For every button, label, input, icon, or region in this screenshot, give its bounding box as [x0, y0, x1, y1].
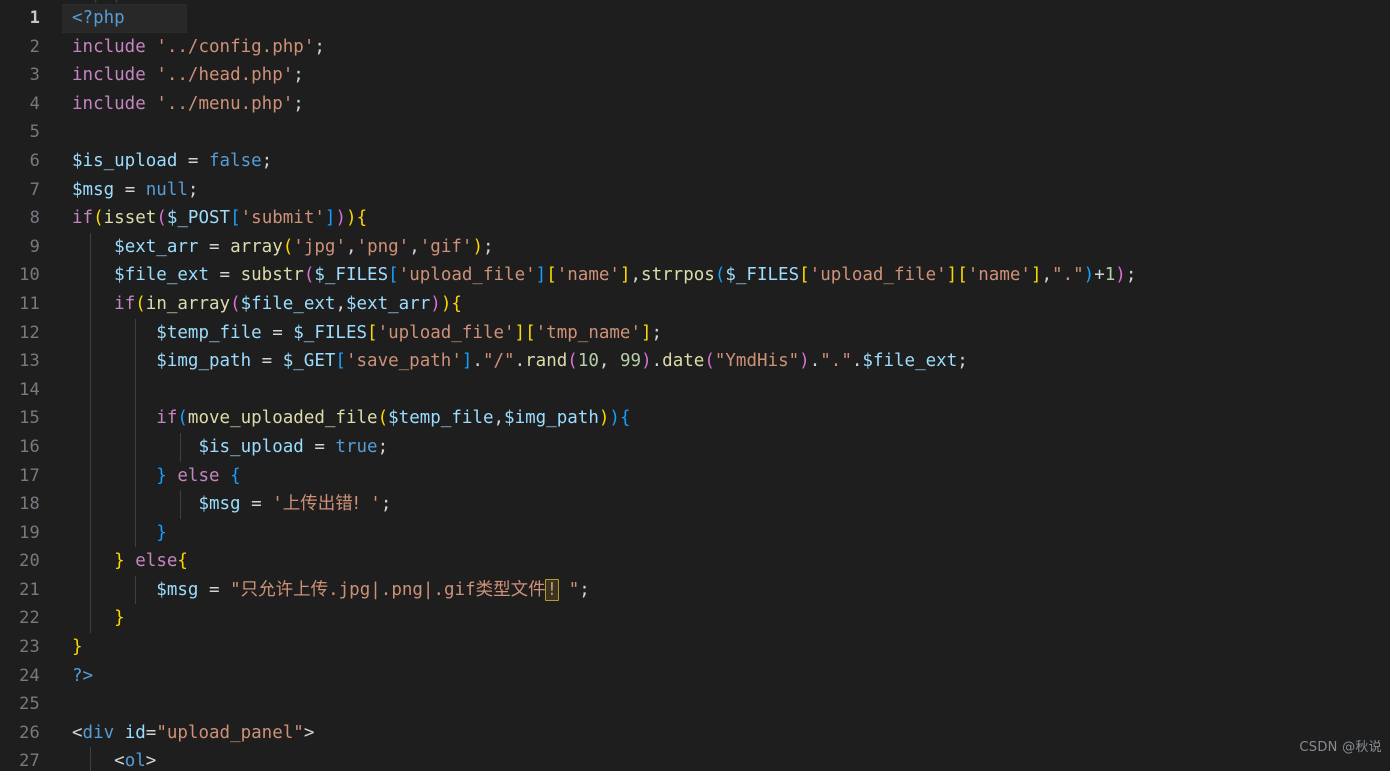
- line-number: 12: [19, 322, 40, 343]
- line-content: include '../head.php';: [72, 65, 304, 86]
- code-line-17[interactable]: 17 } else {: [0, 461, 1390, 491]
- line-number: 2: [29, 36, 40, 57]
- line-number: 1: [29, 8, 40, 28]
- line-number: 9: [29, 236, 40, 257]
- line-content: }: [156, 522, 167, 543]
- line-number: 17: [19, 465, 40, 486]
- line-number: 18: [19, 494, 40, 515]
- code-line-27[interactable]: 27 <ol>: [0, 747, 1390, 771]
- line-number: 10: [19, 265, 40, 286]
- line-content: $msg = null;: [72, 179, 199, 200]
- line-number: 13: [19, 351, 40, 372]
- csdn-watermark: CSDN @秋说: [1299, 740, 1382, 756]
- line-content: <ol>: [72, 751, 157, 771]
- line-content: <?php: [72, 8, 125, 28]
- line-content: include '../config.php';: [72, 36, 325, 57]
- code-line-23[interactable]: 23 }: [0, 633, 1390, 662]
- scrolled-off-line-sliver: <?php: [0, 0, 1390, 3]
- line-number: 26: [19, 722, 40, 743]
- code-line-6[interactable]: 6 $is_upload = false;: [0, 147, 1390, 176]
- code-line-25[interactable]: 25: [0, 690, 1390, 719]
- line-content: if(move_uploaded_file($temp_file,$img_pa…: [156, 408, 631, 429]
- line-content: $msg = '上传出错! ';: [198, 494, 392, 515]
- line-content: }: [114, 608, 125, 629]
- line-content: }: [72, 637, 83, 658]
- code-line-2[interactable]: 2 include '../config.php';: [0, 33, 1390, 62]
- line-content: <div id="upload_panel">: [72, 722, 315, 743]
- line-number: 24: [19, 665, 40, 686]
- code-line-19[interactable]: 19 }: [0, 518, 1390, 548]
- code-line-11[interactable]: 11 if(in_array($file_ext,$ext_arr)){: [0, 289, 1390, 319]
- search-match-highlight[interactable]: !: [544, 578, 560, 601]
- line-number: 7: [29, 179, 40, 200]
- line-content: $file_ext = substr($_FILES['upload_file'…: [114, 265, 1137, 286]
- code-line-10[interactable]: 10 $file_ext = substr($_FILES['upload_fi…: [0, 261, 1390, 290]
- scrolled-off-line-text: <?php: [72, 0, 125, 3]
- line-number: 5: [29, 122, 40, 143]
- code-line-12[interactable]: 12 $temp_file = $_FILES['upload_file']['…: [0, 318, 1390, 348]
- code-line-5[interactable]: 5: [0, 118, 1390, 147]
- code-line-26[interactable]: 26 <div id="upload_panel">: [0, 719, 1390, 748]
- code-line-16[interactable]: 16 $is_upload = true;: [0, 432, 1390, 462]
- line-content: } else{: [114, 551, 188, 572]
- line-number: 22: [19, 608, 40, 629]
- line-content: if(in_array($file_ext,$ext_arr)){: [114, 293, 462, 314]
- code-line-22[interactable]: 22 }: [0, 604, 1390, 634]
- line-number: 25: [19, 694, 40, 715]
- code-line-18[interactable]: 18 $msg = '上传出错! ';: [0, 490, 1390, 519]
- line-number: 3: [29, 65, 40, 86]
- line-number: 8: [29, 208, 40, 229]
- code-line-14[interactable]: 14: [0, 375, 1390, 405]
- line-number: 27: [19, 751, 40, 771]
- line-content: $is_upload = true;: [198, 436, 389, 457]
- line-content: $img_path = $_GET['save_path']."/".rand(…: [156, 351, 968, 372]
- code-lines-container: 1 <?php 2 include '../config.php'; 3 inc…: [0, 4, 1390, 771]
- code-line-21[interactable]: 21 $msg = "只允许上传.jpg|.png|.gif类型文件! ";: [0, 575, 1390, 605]
- code-line-13[interactable]: 13 $img_path = $_GET['save_path']."/".ra…: [0, 347, 1390, 376]
- line-content: } else {: [156, 465, 241, 486]
- line-number: 15: [19, 408, 40, 429]
- line-content: if(isset($_POST['submit'])){: [72, 208, 368, 229]
- line-number: 16: [19, 436, 40, 457]
- line-number: 21: [19, 579, 40, 600]
- code-line-15[interactable]: 15 if(move_uploaded_file($temp_file,$img…: [0, 404, 1390, 433]
- line-content: include '../menu.php';: [72, 93, 304, 114]
- line-number: 4: [29, 93, 40, 114]
- line-content: ?>: [72, 665, 94, 686]
- code-line-24[interactable]: 24 ?>: [0, 662, 1390, 691]
- line-number: 20: [19, 551, 40, 572]
- code-editor[interactable]: <?php 1 <?php 2 include '../config.php';…: [0, 0, 1390, 771]
- line-number: 6: [29, 150, 40, 171]
- code-line-4[interactable]: 4 include '../menu.php';: [0, 90, 1390, 119]
- line-number: 11: [19, 293, 40, 314]
- line-content: $msg = "只允许上传.jpg|.png|.gif类型文件! ";: [156, 578, 590, 601]
- code-line-9[interactable]: 9 $ext_arr = array('jpg','png','gif');: [0, 232, 1390, 262]
- line-content: $temp_file = $_FILES['upload_file']['tmp…: [156, 322, 663, 343]
- line-number: 23: [19, 637, 40, 658]
- code-line-3[interactable]: 3 include '../head.php';: [0, 61, 1390, 90]
- code-line-20[interactable]: 20 } else{: [0, 547, 1390, 576]
- line-content: $ext_arr = array('jpg','png','gif');: [114, 236, 494, 257]
- code-line-7[interactable]: 7 $msg = null;: [0, 176, 1390, 205]
- line-content: $is_upload = false;: [72, 150, 273, 171]
- line-number: 14: [19, 379, 40, 400]
- code-line-1[interactable]: 1 <?php: [0, 4, 1390, 33]
- code-line-8[interactable]: 8 if(isset($_POST['submit'])){: [0, 204, 1390, 233]
- line-number: 19: [19, 522, 40, 543]
